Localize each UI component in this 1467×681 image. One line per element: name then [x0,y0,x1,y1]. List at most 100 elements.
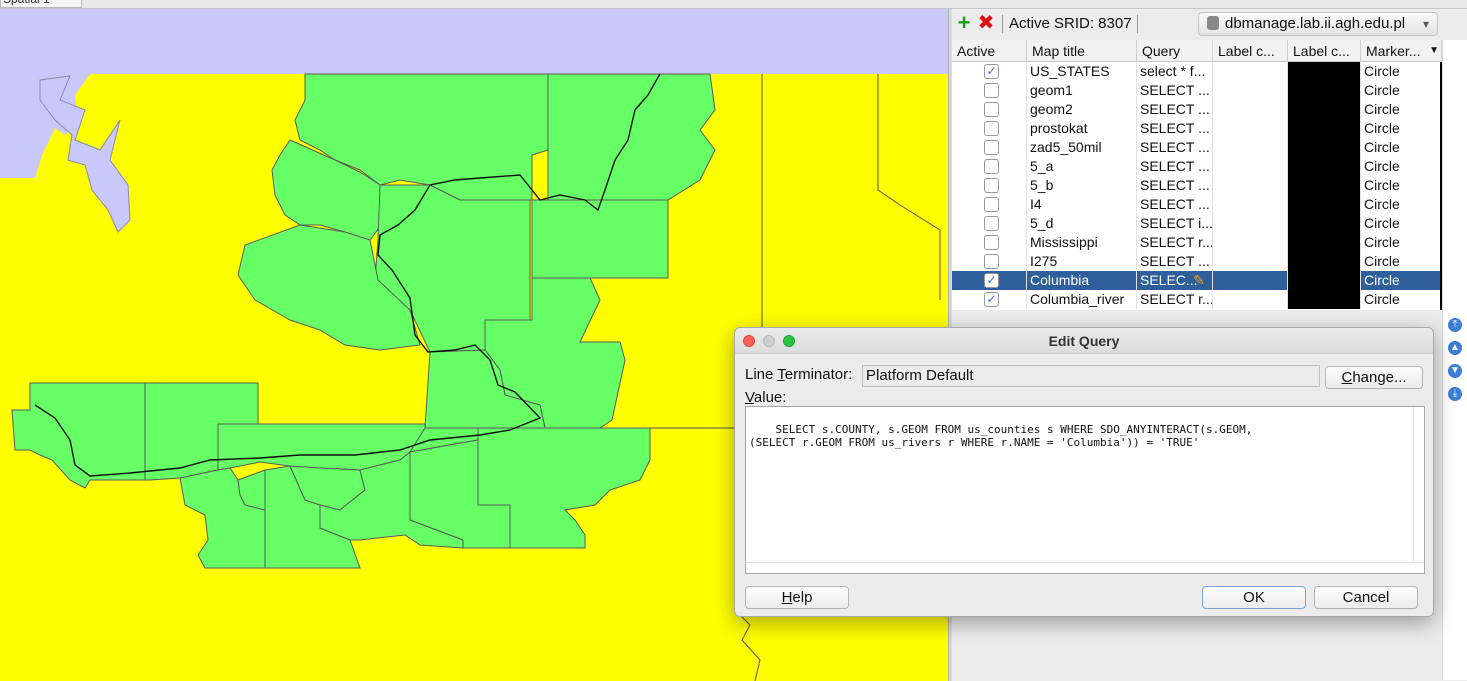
cell-marker[interactable]: Circle [1361,252,1442,271]
delete-x-icon[interactable]: ✖ [977,13,995,33]
cell-marker[interactable]: Circle [1361,176,1442,195]
cell-label-color[interactable] [1288,252,1361,271]
table-row[interactable]: geom1 SELECT ... Circle [952,81,1442,100]
active-checkbox[interactable] [984,216,999,231]
cell-label-column[interactable] [1213,233,1288,252]
change-button[interactable]: Change... [1325,366,1423,389]
cell-label-color[interactable] [1288,176,1361,195]
column-header-active[interactable]: Active [952,40,1027,62]
table-row[interactable]: ✓ Columbia_river SELECT r... Circle [952,290,1442,309]
cell-label-color[interactable] [1288,138,1361,157]
cell-map-title[interactable]: 5_a [1027,157,1137,176]
cell-label-color[interactable] [1288,81,1361,100]
cell-query[interactable]: SELECT ... [1137,195,1213,214]
column-header-label-color[interactable]: Label c... [1288,40,1361,62]
cell-marker[interactable]: Circle [1361,214,1442,233]
column-header-marker[interactable]: Marker... ▼ [1361,40,1442,62]
textarea-horizontal-scrollbar[interactable] [746,562,1424,573]
cell-label-color[interactable] [1288,157,1361,176]
active-checkbox[interactable] [984,254,999,269]
active-checkbox[interactable] [984,235,999,250]
cell-map-title[interactable]: I275 [1027,252,1137,271]
textarea-vertical-scrollbar[interactable] [1413,407,1424,563]
close-window-button[interactable] [743,335,755,347]
cell-query[interactable]: SELECT ... [1137,100,1213,119]
table-row[interactable]: 5_a SELECT ... Circle [952,157,1442,176]
table-row[interactable]: zad5_50mil SELECT ... Circle [952,138,1442,157]
tab-spatial[interactable]: Spatial 1 [0,0,82,8]
cell-label-column[interactable] [1213,252,1288,271]
active-checkbox[interactable] [984,197,999,212]
cell-query[interactable]: SELECT r... [1137,290,1213,309]
cell-label-column[interactable] [1213,176,1288,195]
cell-marker[interactable]: Circle [1361,119,1442,138]
table-row[interactable]: I275 SELECT ... Circle [952,252,1442,271]
cell-marker[interactable]: Circle [1361,100,1442,119]
dialog-titlebar[interactable]: Edit Query [735,328,1433,354]
column-header-query[interactable]: Query [1137,40,1213,62]
cell-map-title[interactable]: I4 [1027,195,1137,214]
cell-map-title[interactable]: geom1 [1027,81,1137,100]
column-header-map-title[interactable]: Map title [1027,40,1137,62]
column-header-label-column[interactable]: Label c... [1213,40,1288,62]
cell-label-color[interactable] [1288,62,1361,81]
cell-map-title[interactable]: zad5_50mil [1027,138,1137,157]
move-top-icon[interactable]: ⤒ [1448,318,1462,332]
cell-map-title[interactable]: geom2 [1027,100,1137,119]
edit-pencil-icon[interactable]: ✎ [1193,272,1209,288]
cell-label-color[interactable] [1288,100,1361,119]
cell-label-column[interactable] [1213,119,1288,138]
move-bottom-icon[interactable]: ⤓ [1448,387,1462,401]
cell-label-column[interactable] [1213,100,1288,119]
active-checkbox[interactable] [984,140,999,155]
table-row[interactable]: prostokat SELECT ... Circle [952,119,1442,138]
cell-label-column[interactable] [1213,81,1288,100]
active-checkbox[interactable] [984,178,999,193]
active-checkbox[interactable] [984,83,999,98]
query-textarea[interactable]: SELECT s.COUNTY, s.GEOM FROM us_counties… [745,406,1425,574]
cell-query[interactable]: SELECT ... [1137,81,1213,100]
cell-query[interactable]: SELECT ... [1137,119,1213,138]
cell-query[interactable]: SELECT ... [1137,252,1213,271]
cell-query[interactable]: SELECT i... [1137,214,1213,233]
ok-button[interactable]: OK [1202,586,1306,609]
active-checkbox[interactable] [984,121,999,136]
cell-map-title[interactable]: Columbia_river [1027,290,1137,309]
cell-query[interactable]: SELECT ... [1137,176,1213,195]
table-row[interactable]: ✓ Columbia SELEC... Circle ✎ [952,271,1442,290]
active-checkbox[interactable]: ✓ [984,292,999,307]
active-checkbox[interactable]: ✓ [984,273,999,288]
cell-query[interactable]: SELECT ... [1137,138,1213,157]
cell-query[interactable]: SELECT ... [1137,157,1213,176]
cell-query[interactable]: select * f... [1137,62,1213,81]
cell-marker[interactable]: Circle [1361,233,1442,252]
cell-label-column[interactable] [1213,195,1288,214]
cell-marker[interactable]: Circle [1361,271,1442,290]
cell-map-title[interactable]: 5_d [1027,214,1137,233]
table-row[interactable]: 5_b SELECT ... Circle [952,176,1442,195]
cell-marker[interactable]: Circle [1361,290,1442,309]
move-down-icon[interactable]: ▼ [1448,364,1462,378]
table-row[interactable]: 5_d SELECT i... Circle [952,214,1442,233]
move-up-icon[interactable]: ▲ [1448,341,1462,355]
cell-label-color[interactable] [1288,119,1361,138]
plus-icon[interactable]: + [955,12,973,34]
active-checkbox[interactable] [984,159,999,174]
cell-map-title[interactable]: US_STATES [1027,62,1137,81]
cell-label-column[interactable] [1213,62,1288,81]
cell-marker[interactable]: Circle [1361,138,1442,157]
cell-query[interactable]: SELECT r... [1137,233,1213,252]
cancel-button[interactable]: Cancel [1314,586,1418,609]
cell-label-color[interactable] [1288,233,1361,252]
table-row[interactable]: ✓ US_STATES select * f... Circle [952,62,1442,81]
minimize-window-button[interactable] [763,335,775,347]
cell-label-color[interactable] [1288,290,1361,309]
line-terminator-field[interactable]: Platform Default [862,365,1320,387]
connection-select[interactable]: dbmanage.lab.ii.agh.edu.pl ▾ [1198,12,1438,36]
cell-label-column[interactable] [1213,138,1288,157]
active-checkbox[interactable]: ✓ [984,64,999,79]
cell-label-column[interactable] [1213,157,1288,176]
cell-label-column[interactable] [1213,214,1288,233]
help-button[interactable]: Help [745,586,849,609]
cell-map-title[interactable]: Mississippi [1027,233,1137,252]
